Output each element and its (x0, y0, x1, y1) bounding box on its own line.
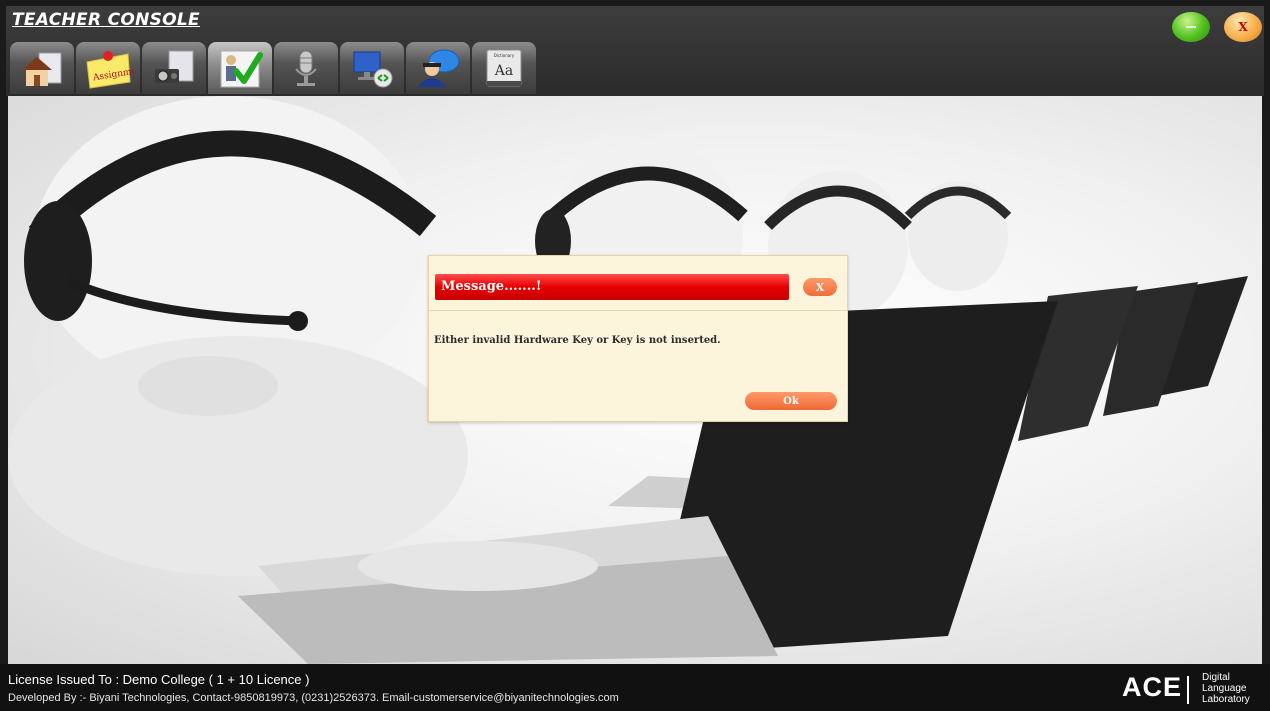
developer-info: Developed By :- Biyani Technologies, Con… (8, 692, 619, 704)
teacher-console-window: TEACHER CONSOLE X Assignment Dictionary … (0, 0, 1270, 711)
toolbar-remote-desktop-button[interactable] (340, 42, 404, 94)
computer-network-icon (353, 51, 393, 88)
toolbar-media-button[interactable] (142, 42, 206, 94)
dictionary-icon-label: Aa (494, 63, 513, 79)
brand-sub-line-3: Laboratory (1202, 694, 1250, 705)
brand-name: ACE (1122, 672, 1183, 702)
brand-sub-line-1: Digital (1202, 672, 1230, 683)
message-dialog: Message.......! X Either invalid Hardwar… (428, 255, 848, 422)
chat-user-icon (418, 49, 460, 87)
dialog-title: Message.......! (441, 279, 542, 294)
dialog-ok-button[interactable]: Ok (745, 392, 837, 410)
minimize-icon (1186, 26, 1196, 28)
projector-icon (155, 50, 194, 83)
close-app-button[interactable]: X (1224, 12, 1262, 42)
checkmark-icon (220, 50, 263, 88)
toolbar-dictionary-button[interactable]: Dictionary Aa (472, 42, 536, 94)
dialog-message: Either invalid Hardware Key or Key is no… (434, 335, 721, 346)
dialog-close-button[interactable]: X (803, 278, 837, 296)
home-icon (22, 52, 62, 86)
toolbar-chat-button[interactable] (406, 42, 470, 94)
license-info: License Issued To : Demo College ( 1 + 1… (8, 672, 310, 687)
toolbar-microphone-button[interactable] (274, 42, 338, 94)
dictionary-icon: Dictionary Aa (486, 49, 522, 87)
assignment-icon: Assignment (86, 51, 134, 89)
dialog-titlebar: Message.......! (435, 274, 789, 300)
toolbar-assignment-button[interactable]: Assignment (76, 42, 140, 94)
dictionary-icon-sublabel: Dictionary (494, 53, 515, 58)
toolbar-home-button[interactable] (10, 42, 74, 94)
footer-bar: License Issued To : Demo College ( 1 + 1… (0, 664, 1270, 711)
app-title: TEACHER CONSOLE (12, 10, 200, 30)
brand-logo: ACE Digital Language Laboratory (1122, 672, 1268, 706)
brand-sub-line-2: Language (1202, 683, 1247, 694)
brand-divider (1187, 676, 1189, 704)
brand-subtitle: Digital Language Laboratory (1202, 672, 1268, 705)
microphone-icon (295, 50, 317, 86)
dialog-divider (429, 310, 847, 311)
toolbar: Assignment Dictionary Aa (10, 42, 536, 96)
minimize-button[interactable] (1172, 12, 1210, 42)
toolbar-attendance-button[interactable] (208, 42, 272, 94)
header-bar: TEACHER CONSOLE X Assignment Dictionary … (6, 6, 1264, 96)
